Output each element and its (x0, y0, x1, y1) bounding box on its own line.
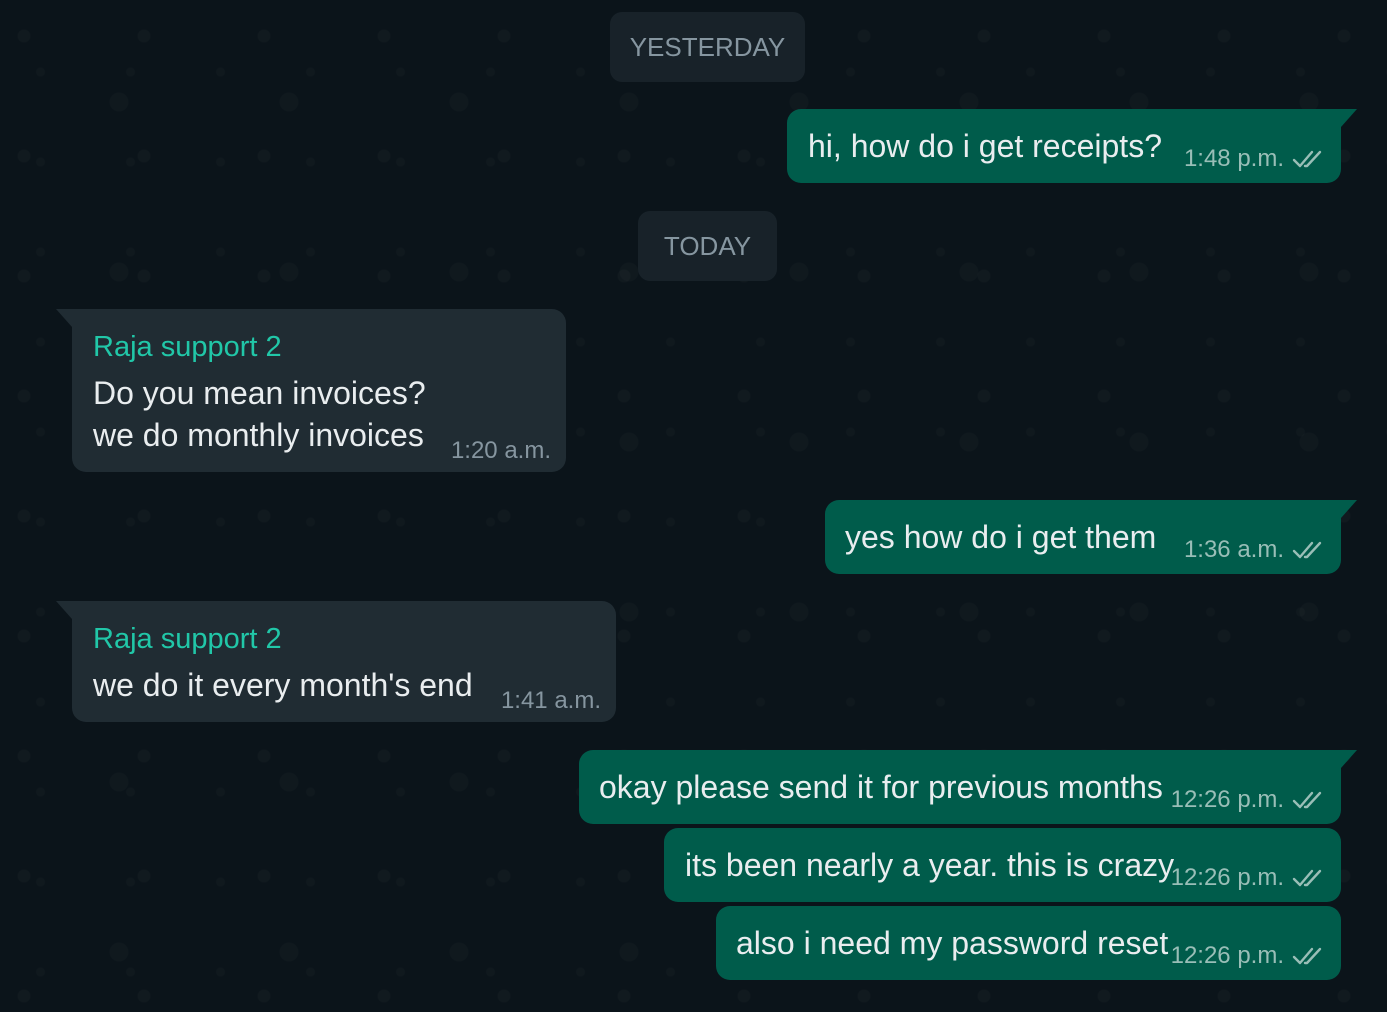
message-text: also i need my password reset (736, 925, 1169, 961)
message-time: 12:26 p.m. (1170, 942, 1284, 969)
message-incoming[interactable]: Raja support 2 Do you mean invoices? we … (56, 309, 566, 472)
message-time: 12:26 p.m. (1170, 864, 1284, 891)
sender-name[interactable]: Raja support 2 (93, 623, 282, 656)
message-time: 1:48 p.m. (1183, 145, 1284, 172)
message-meta: 1:48 p.m. (1184, 145, 1326, 173)
date-separator-today: TODAY (638, 211, 777, 281)
message-time: 1:36 a.m. (1183, 536, 1284, 563)
message-outgoing[interactable]: yes how do i get them 1:36 a.m. (825, 500, 1357, 574)
message-time: 1:41 a.m. (500, 687, 601, 714)
message-meta: 12:26 p.m. (1171, 942, 1326, 970)
message-text: yes how do i get them (845, 519, 1157, 555)
message-meta: 12:26 p.m. (1171, 786, 1326, 814)
message-outgoing[interactable]: okay please send it for previous months … (579, 750, 1357, 824)
message-incoming[interactable]: Raja support 2 we do it every month's en… (56, 601, 616, 722)
message-meta: 1:36 a.m. (1184, 536, 1326, 564)
message-text: we do it every month's end (93, 667, 473, 703)
message-outgoing[interactable]: hi, how do i get receipts? 1:48 p.m. (787, 109, 1357, 183)
chat-panel[interactable]: YESTERDAY hi, how do i get receipts? 1:4… (0, 0, 1387, 1012)
double-check-icon (1292, 791, 1322, 809)
double-check-icon (1292, 150, 1322, 168)
message-time: 1:20 a.m. (450, 437, 551, 464)
message-text: its been nearly a year. this is crazy (685, 847, 1175, 883)
date-separator-yesterday: YESTERDAY (610, 12, 805, 82)
message-outgoing[interactable]: also i need my password reset 12:26 p.m. (716, 906, 1341, 980)
message-meta: 1:20 a.m. (451, 437, 551, 465)
message-outgoing[interactable]: its been nearly a year. this is crazy 12… (664, 828, 1341, 902)
double-check-icon (1292, 947, 1322, 965)
message-text-line: Do you mean invoices? (93, 375, 426, 411)
message-text: okay please send it for previous months (599, 769, 1163, 805)
message-time: 12:26 p.m. (1170, 786, 1284, 813)
message-meta: 1:41 a.m. (501, 687, 601, 715)
message-meta: 12:26 p.m. (1171, 864, 1326, 892)
double-check-icon (1292, 869, 1322, 887)
message-text: hi, how do i get receipts? (808, 128, 1162, 164)
message-text-line: we do monthly invoices (93, 417, 424, 453)
double-check-icon (1292, 541, 1322, 559)
sender-name[interactable]: Raja support 2 (93, 331, 282, 364)
